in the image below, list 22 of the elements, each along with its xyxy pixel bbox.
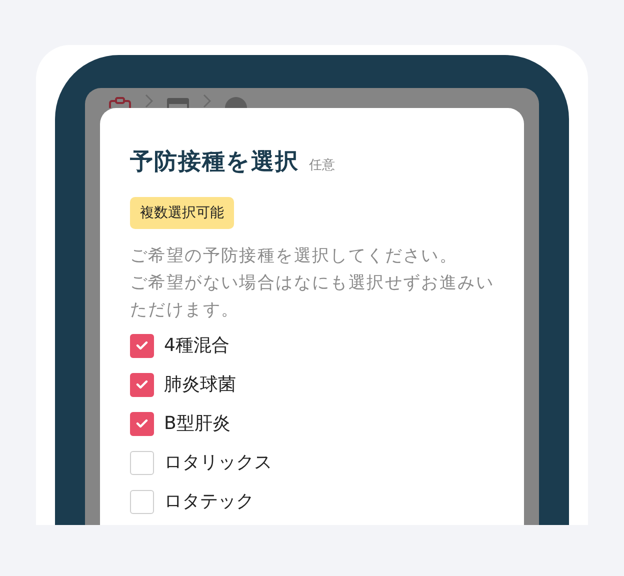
- description-text: ご希望の予防接種を選択してください。: [130, 245, 459, 268]
- check-icon: [136, 341, 148, 351]
- chevron-icon: [203, 94, 211, 108]
- checkbox[interactable]: [130, 490, 154, 514]
- checkbox[interactable]: [130, 373, 154, 397]
- description-text: ご希望がない場合はなにも選択せずお進みいただけます。: [130, 272, 494, 322]
- checkbox[interactable]: [130, 412, 154, 436]
- optional-label: 任意: [309, 157, 335, 174]
- modal-title: 予防接種を選択: [130, 148, 299, 177]
- checkbox[interactable]: [130, 334, 154, 358]
- checkbox[interactable]: [130, 451, 154, 475]
- clipboard-icon: [109, 97, 131, 108]
- option-label: 4種混合: [164, 334, 230, 358]
- option-label: ロタテック: [164, 490, 254, 514]
- option-label: 肺炎球菌: [164, 373, 236, 397]
- option-label: ロタリックス: [164, 451, 272, 475]
- chevron-icon: [145, 94, 153, 108]
- check-icon: [136, 380, 148, 390]
- check-icon: [136, 419, 148, 429]
- option-label: B型肝炎: [164, 412, 230, 436]
- multi-select-badge: 複数選択可能: [130, 197, 234, 229]
- calendar-icon: [167, 97, 189, 108]
